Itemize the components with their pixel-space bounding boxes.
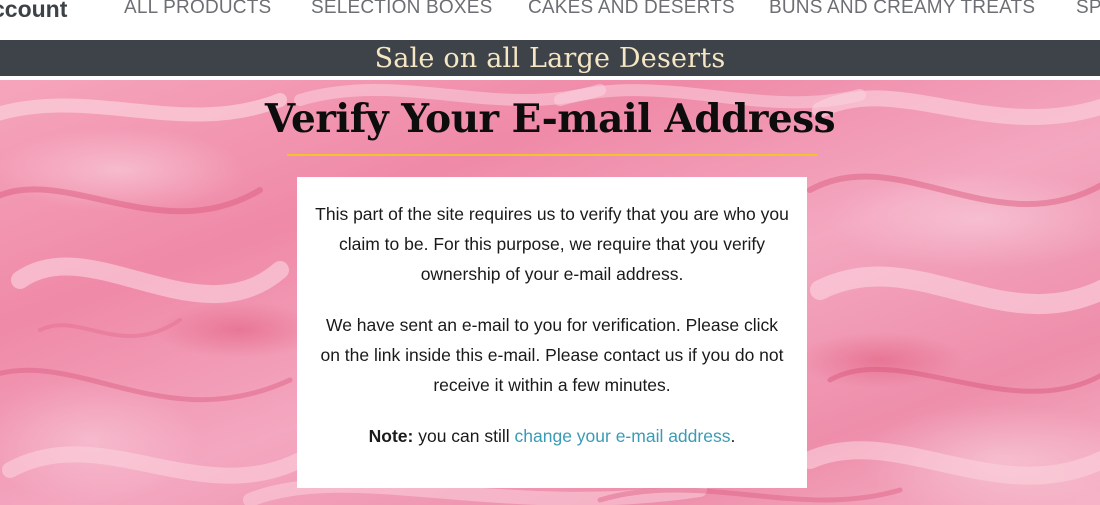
verification-message-card: This part of the site requires us to ver… — [297, 177, 807, 488]
sale-banner-text: Sale on all Large Deserts — [374, 43, 726, 74]
title-underline — [287, 154, 817, 156]
nav-buns-and-creamy-treats[interactable]: BUNS AND CREAMY TREATS — [769, 0, 1035, 19]
note-text: you can still — [413, 426, 515, 446]
verification-sent-text: We have sent an e-mail to you for verifi… — [320, 315, 784, 395]
verification-intro-text: This part of the site requires us to ver… — [315, 204, 789, 284]
note-line: Note: you can still change your e-mail a… — [315, 421, 789, 451]
nav-selection-boxes[interactable]: SELECTION BOXES — [311, 0, 492, 19]
top-navigation: ccount ALL PRODUCTS SELECTION BOXES CAKE… — [0, 0, 1100, 40]
nav-cakes-and-deserts[interactable]: CAKES AND DESERTS — [528, 0, 735, 19]
account-link[interactable]: ccount — [0, 0, 67, 23]
nav-special-truncated[interactable]: SP — [1076, 0, 1100, 19]
note-end: . — [730, 426, 736, 446]
change-email-link[interactable]: change your e-mail address — [515, 426, 731, 446]
note-label: Note: — [368, 426, 414, 446]
hero-section: Verify Your E-mail Address This part of … — [0, 80, 1100, 505]
nav-all-products[interactable]: ALL PRODUCTS — [124, 0, 271, 19]
sale-banner: Sale on all Large Deserts — [0, 40, 1100, 76]
page-title: Verify Your E-mail Address — [264, 96, 836, 142]
